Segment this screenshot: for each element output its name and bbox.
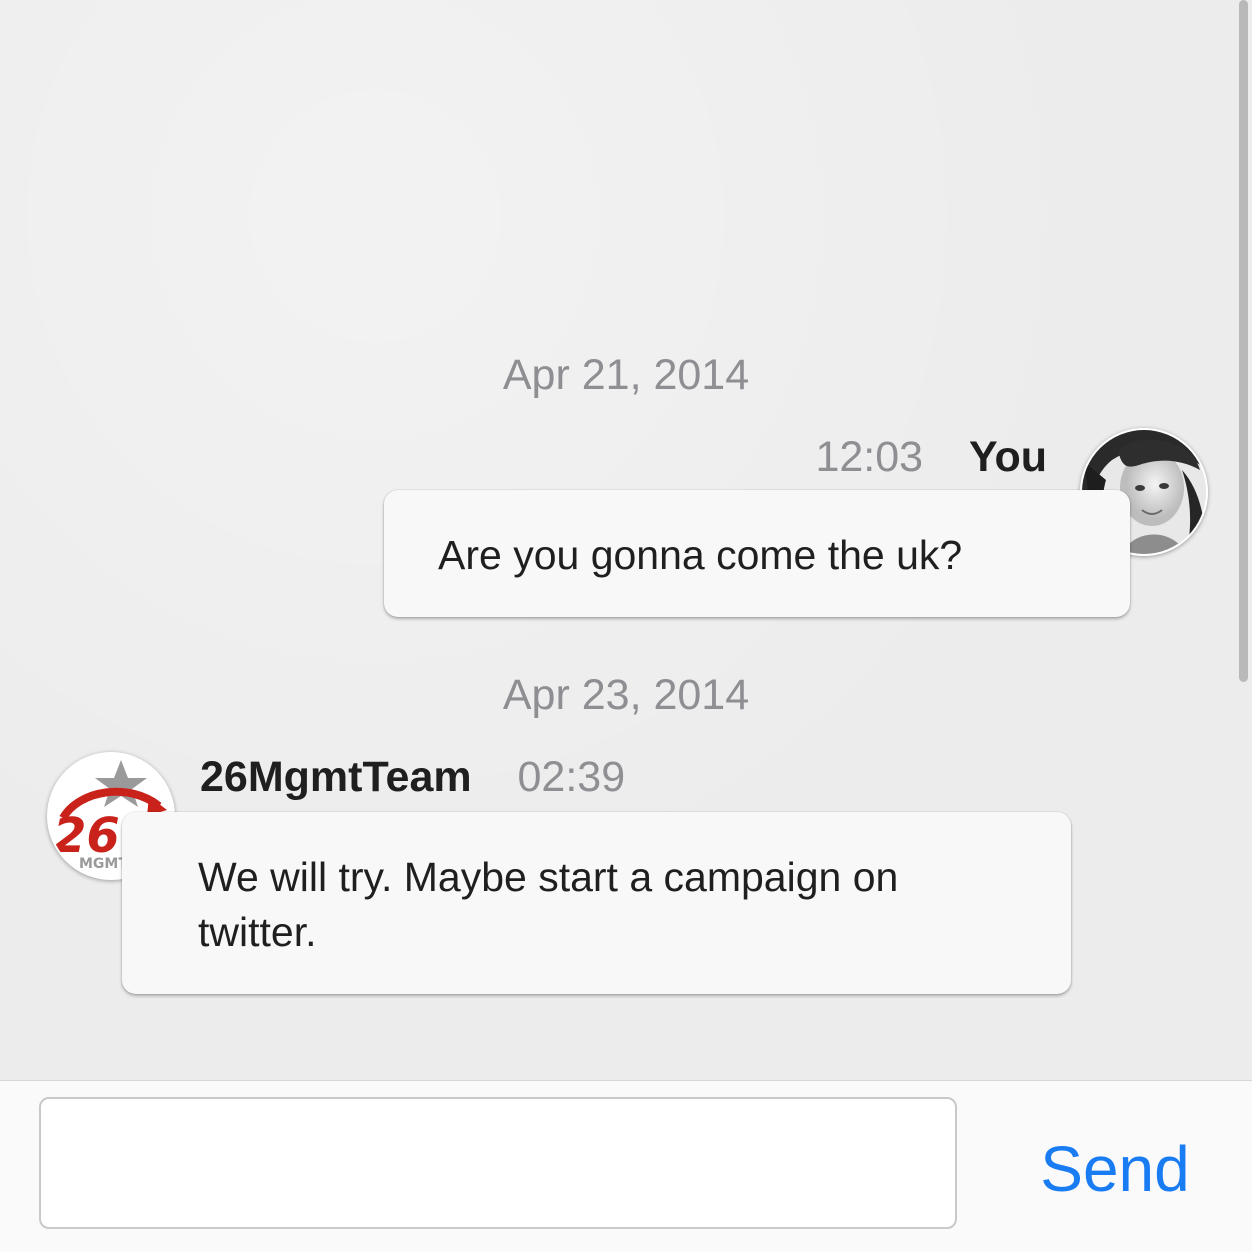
- date-separator: Apr 21, 2014: [502, 351, 750, 399]
- message-header: 26MgmtTeam 02:39: [200, 752, 625, 802]
- send-button[interactable]: Send: [1000, 1129, 1230, 1209]
- sender-name: 26MgmtTeam: [200, 753, 472, 801]
- composer-bar: Send: [0, 1080, 1252, 1252]
- sender-name: You: [968, 433, 1047, 481]
- message-thread[interactable]: Apr 21, 2014 12:03 You Are you gonna com…: [0, 0, 1252, 1080]
- date-separator: Apr 23, 2014: [502, 671, 750, 719]
- message-header: 12:03 You: [815, 432, 1047, 482]
- team-logo-text: MGMT: [79, 856, 128, 872]
- outgoing-message-bubble[interactable]: Are you gonna come the uk?: [384, 490, 1130, 617]
- scrollbar[interactable]: [1239, 0, 1248, 682]
- message-text: We will try. Maybe start a campaign on t…: [198, 854, 899, 955]
- message-time: 02:39: [517, 753, 626, 801]
- incoming-message-bubble[interactable]: We will try. Maybe start a campaign on t…: [122, 812, 1071, 994]
- message-text: Are you gonna come the uk?: [438, 532, 963, 578]
- message-time: 12:03: [815, 433, 924, 481]
- message-input[interactable]: [39, 1097, 957, 1229]
